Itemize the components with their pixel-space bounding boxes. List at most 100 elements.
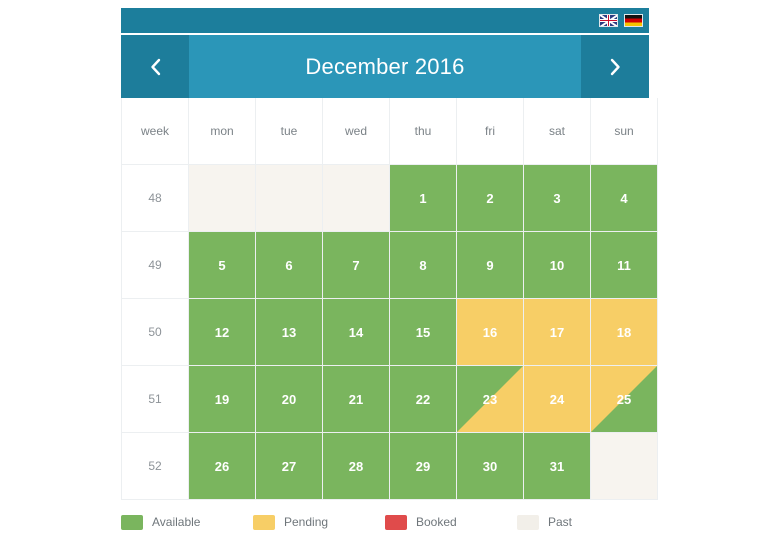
german-flag-icon[interactable] xyxy=(624,14,643,27)
calendar-week-row: 49 5 6 7 8 9 10 11 xyxy=(121,231,658,299)
calendar-day-cell[interactable]: 26 xyxy=(188,432,256,500)
day-number: 16 xyxy=(482,324,498,340)
calendar-day-cell[interactable]: 27 xyxy=(255,432,323,500)
day-number: 22 xyxy=(415,391,431,407)
day-number: 12 xyxy=(214,324,230,340)
calendar-day-cell-empty xyxy=(590,432,658,500)
column-header-tue: tue xyxy=(255,98,323,165)
legend-item: Booked xyxy=(385,514,517,530)
calendar-day-cell[interactable]: 19 xyxy=(188,365,256,433)
calendar-grid: week mon tue wed thu fri sat sun 48 1 2 3 4 4… xyxy=(121,98,658,500)
column-header-week: week xyxy=(121,98,189,165)
calendar-day-cell[interactable]: 20 xyxy=(255,365,323,433)
language-bar xyxy=(121,8,649,33)
calendar-day-cell[interactable]: 16 xyxy=(456,298,524,366)
day-number: 3 xyxy=(553,190,561,206)
day-number: 9 xyxy=(486,257,494,273)
calendar-day-cell[interactable]: 7 xyxy=(322,231,390,299)
day-number: 2 xyxy=(486,190,494,206)
week-number-cell: 52 xyxy=(121,432,189,500)
calendar-day-cell[interactable]: 6 xyxy=(255,231,323,299)
calendar-day-cell[interactable]: 18 xyxy=(590,298,658,366)
week-number-cell: 48 xyxy=(121,164,189,232)
column-header-fri: fri xyxy=(456,98,524,165)
day-number: 30 xyxy=(482,458,498,474)
day-number: 5 xyxy=(218,257,226,273)
calendar-day-cell[interactable]: 4 xyxy=(590,164,658,232)
legend-item: Pending xyxy=(253,514,385,530)
calendar-day-cell[interactable]: 30 xyxy=(456,432,524,500)
chevron-left-icon xyxy=(150,58,160,75)
day-number: 18 xyxy=(616,324,632,340)
day-number: 8 xyxy=(419,257,427,273)
calendar-day-cell[interactable]: 24 xyxy=(523,365,591,433)
calendar-day-cell[interactable]: 12 xyxy=(188,298,256,366)
legend-label: Pending xyxy=(284,515,329,529)
calendar-day-cell[interactable]: 3 xyxy=(523,164,591,232)
day-number: 15 xyxy=(415,324,431,340)
english-flag-icon[interactable] xyxy=(599,14,618,27)
calendar-day-cell[interactable]: 15 xyxy=(389,298,457,366)
calendar-day-cell[interactable]: 21 xyxy=(322,365,390,433)
day-number: 28 xyxy=(348,458,364,474)
column-header-sun: sun xyxy=(590,98,658,165)
chevron-right-icon xyxy=(610,58,620,75)
legend-item: Past xyxy=(517,514,649,530)
availability-calendar-widget: December 2016 week mon tue wed thu fri s… xyxy=(121,8,658,536)
day-number: 31 xyxy=(549,458,565,474)
calendar-day-cell-empty xyxy=(188,164,256,232)
previous-month-button[interactable] xyxy=(121,35,189,98)
day-number: 4 xyxy=(620,190,628,206)
calendar-day-cell[interactable]: 14 xyxy=(322,298,390,366)
day-number: 21 xyxy=(348,391,364,407)
calendar-day-cell[interactable]: 29 xyxy=(389,432,457,500)
calendar-day-cell[interactable]: 25 xyxy=(590,365,658,433)
day-number: 23 xyxy=(482,391,498,407)
day-number: 29 xyxy=(415,458,431,474)
calendar-day-cell[interactable]: 1 xyxy=(389,164,457,232)
calendar-body: 48 1 2 3 4 49 5 6 7 8 9 10 11 50 12 13 14 15 16 17 18 51 19 20 2… xyxy=(121,164,658,500)
day-number: 10 xyxy=(549,257,565,273)
day-number: 17 xyxy=(549,324,565,340)
legend-label: Past xyxy=(548,515,573,529)
calendar-week-row: 50 12 13 14 15 16 17 18 xyxy=(121,298,658,366)
calendar-day-cell[interactable]: 28 xyxy=(322,432,390,500)
calendar-day-cell[interactable]: 2 xyxy=(456,164,524,232)
day-number: 24 xyxy=(549,391,565,407)
legend-label: Booked xyxy=(416,515,457,529)
legend-swatch xyxy=(253,514,275,530)
calendar-day-cell[interactable]: 5 xyxy=(188,231,256,299)
column-header-mon: mon xyxy=(188,98,256,165)
calendar-day-cell[interactable]: 22 xyxy=(389,365,457,433)
week-number-cell: 50 xyxy=(121,298,189,366)
calendar-day-cell[interactable]: 10 xyxy=(523,231,591,299)
legend: Available Pending Booked Past xyxy=(121,500,649,536)
calendar-week-row: 51 19 20 21 22 23 24 25 xyxy=(121,365,658,433)
week-number-cell: 49 xyxy=(121,231,189,299)
calendar-day-cell[interactable]: 17 xyxy=(523,298,591,366)
legend-swatch xyxy=(517,514,539,530)
day-number: 26 xyxy=(214,458,230,474)
day-number: 27 xyxy=(281,458,297,474)
day-number: 6 xyxy=(285,257,293,273)
calendar-week-row: 48 1 2 3 4 xyxy=(121,164,658,232)
day-number: 1 xyxy=(419,190,427,206)
legend-swatch xyxy=(121,514,143,530)
next-month-button[interactable] xyxy=(581,35,649,98)
calendar-day-cell[interactable]: 11 xyxy=(590,231,658,299)
calendar-day-cell-empty xyxy=(255,164,323,232)
legend-label: Available xyxy=(152,515,201,529)
calendar-week-row: 52 26 27 28 29 30 31 xyxy=(121,432,658,500)
calendar-day-cell[interactable]: 9 xyxy=(456,231,524,299)
page-title: December 2016 xyxy=(305,53,465,79)
calendar-day-cell[interactable]: 23 xyxy=(456,365,524,433)
day-number: 11 xyxy=(617,257,631,273)
week-number-cell: 51 xyxy=(121,365,189,433)
calendar-day-cell[interactable]: 13 xyxy=(255,298,323,366)
day-number: 19 xyxy=(214,391,230,407)
calendar-day-cell[interactable]: 31 xyxy=(523,432,591,500)
calendar-day-cell[interactable]: 8 xyxy=(389,231,457,299)
day-number: 25 xyxy=(616,391,632,407)
column-header-wed: wed xyxy=(322,98,390,165)
legend-swatch xyxy=(385,514,407,530)
